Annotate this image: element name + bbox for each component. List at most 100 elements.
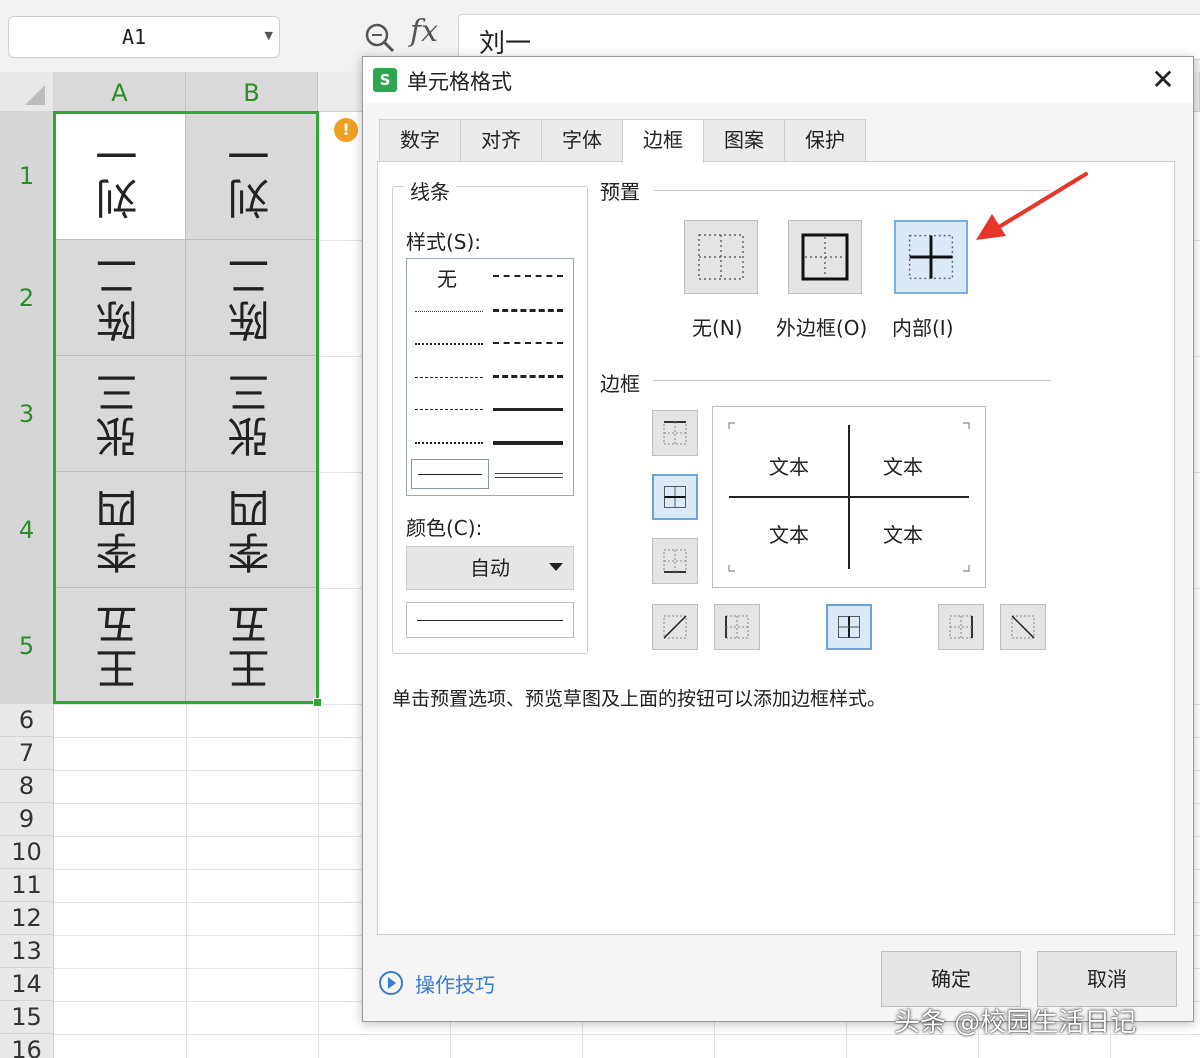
name-box[interactable]: A1 ▼ <box>8 16 280 58</box>
tips-link[interactable]: 操作技巧 <box>415 969 495 998</box>
name-box-value: A1 <box>121 25 147 49</box>
fill-handle[interactable] <box>313 698 322 707</box>
row-header-3[interactable]: 3 <box>0 356 54 472</box>
cell-B1[interactable]: 刘一 <box>186 112 318 240</box>
border-right-button[interactable] <box>938 604 984 650</box>
border-left-button[interactable] <box>714 604 760 650</box>
play-icon[interactable] <box>379 971 403 995</box>
select-all-corner[interactable] <box>0 72 54 112</box>
tab-4[interactable]: 图案 <box>703 119 785 161</box>
row-header-12[interactable]: 12 <box>0 902 54 935</box>
line-style-option[interactable] <box>493 441 563 445</box>
row-header-4[interactable]: 4 <box>0 472 54 588</box>
row-header-8[interactable]: 8 <box>0 770 54 803</box>
dialog-title: 单元格格式 <box>407 70 512 94</box>
line-style-option[interactable] <box>415 343 483 345</box>
cell-A1[interactable]: 刘一 <box>54 112 186 240</box>
row-header-2[interactable]: 2 <box>0 240 54 356</box>
tab-2[interactable]: 字体 <box>541 119 623 161</box>
ok-button[interactable]: 确定 <box>881 951 1021 1007</box>
color-dropdown-value: 自动 <box>470 556 510 580</box>
border-tab-panel: 线条 样式(S): 无 颜色(C): 自动 预置 无(N) 外边框(O) 内部(… <box>377 161 1175 935</box>
row-header-5[interactable]: 5 <box>0 588 54 704</box>
preset-none-button[interactable] <box>684 220 758 294</box>
line-style-option[interactable] <box>493 375 563 378</box>
column-header-A[interactable]: A <box>54 72 186 112</box>
preset-none-label: 无(N) <box>692 316 743 340</box>
preset-none-icon <box>698 234 744 280</box>
row-header-9[interactable]: 9 <box>0 803 54 836</box>
cell-A3[interactable]: 张三 <box>54 356 186 472</box>
border-top-icon <box>663 421 687 445</box>
line-style-option[interactable] <box>415 377 483 378</box>
border-inside-vertical-button[interactable] <box>826 604 872 650</box>
preset-outline-icon <box>801 233 849 281</box>
cell-B5[interactable]: 王五 <box>186 588 318 704</box>
row-header-7[interactable]: 7 <box>0 737 54 770</box>
line-style-option[interactable] <box>415 409 483 410</box>
gridline <box>318 112 319 1058</box>
cell-B4[interactable]: 李四 <box>186 472 318 588</box>
preview-text: 文本 <box>769 455 809 479</box>
row-header-15[interactable]: 15 <box>0 1001 54 1034</box>
border-preview[interactable]: 文本 文本 文本 文本 <box>712 406 986 588</box>
row-header-16[interactable]: 16 <box>0 1034 54 1058</box>
line-style-list[interactable]: 无 <box>406 258 574 496</box>
line-style-none[interactable]: 无 <box>437 263 457 292</box>
app-logo-icon: S <box>373 68 397 92</box>
border-top-button[interactable] <box>652 410 698 456</box>
annotation-arrow <box>976 172 1088 240</box>
cancel-button[interactable]: 取消 <box>1037 951 1177 1007</box>
border-inside-horizontal-button[interactable] <box>652 474 698 520</box>
formula-input[interactable]: 刘一 <box>458 14 1200 60</box>
row-header-13[interactable]: 13 <box>0 935 54 968</box>
border-bottom-icon <box>663 549 687 573</box>
border-group-title: 边框 <box>594 368 646 397</box>
cell-B2[interactable]: 陈二 <box>186 240 318 356</box>
zoom-icon[interactable] <box>362 20 396 54</box>
tab-5[interactable]: 保护 <box>784 119 866 161</box>
style-label: 样式(S): <box>406 230 482 254</box>
cell-B3[interactable]: 张三 <box>186 356 318 472</box>
watermark: 头条 @校园生活日记 <box>894 1008 1137 1038</box>
border-divider <box>654 380 1050 381</box>
fx-icon[interactable]: fx <box>410 14 438 49</box>
cell-A5[interactable]: 王五 <box>54 588 186 704</box>
border-preview-lines <box>728 422 970 572</box>
border-left-icon <box>725 615 749 639</box>
color-dropdown[interactable]: 自动 <box>406 546 574 590</box>
row-header-10[interactable]: 10 <box>0 836 54 869</box>
diagonal-down-icon <box>1011 615 1035 639</box>
dialog-tabs: 数字 对齐 字体 边框 图案 保护 <box>379 119 866 163</box>
line-style-option[interactable] <box>415 311 483 312</box>
line-style-option[interactable] <box>493 275 563 277</box>
close-icon[interactable]: ✕ <box>1147 65 1179 97</box>
preview-text: 文本 <box>769 523 809 547</box>
border-diagonal-down-button[interactable] <box>1000 604 1046 650</box>
tab-0[interactable]: 数字 <box>379 119 461 161</box>
column-header-B[interactable]: B <box>186 72 318 112</box>
row-header-1[interactable]: 1 <box>0 112 54 240</box>
line-style-option[interactable] <box>493 309 563 312</box>
border-bottom-button[interactable] <box>652 538 698 584</box>
row-header-14[interactable]: 14 <box>0 968 54 1001</box>
line-style-option[interactable] <box>493 408 563 411</box>
warning-icon[interactable]: ! <box>334 118 358 142</box>
row-header-11[interactable]: 11 <box>0 869 54 902</box>
line-style-selected[interactable] <box>411 459 489 489</box>
border-right-icon <box>949 615 973 639</box>
cell-A2[interactable]: 陈二 <box>54 240 186 356</box>
border-diagonal-up-button[interactable] <box>652 604 698 650</box>
cell-A4[interactable]: 李四 <box>54 472 186 588</box>
line-style-option[interactable] <box>495 473 563 478</box>
row-header-6[interactable]: 6 <box>0 704 54 737</box>
app: A1 ▼ fx 刘一 A B 1 2 3 4 5 6 7 8 9 10 11 12 13 14 15 16 刘一 刘一… <box>0 0 1200 1058</box>
line-style-option[interactable] <box>493 342 563 344</box>
preset-inside-button[interactable] <box>894 220 968 294</box>
preset-outline-label: 外边框(O) <box>776 316 868 340</box>
chevron-down-icon[interactable]: ▼ <box>265 29 273 42</box>
preset-outline-button[interactable] <box>788 220 862 294</box>
tab-3[interactable]: 边框 <box>622 119 704 163</box>
line-style-option[interactable] <box>415 442 483 444</box>
tab-1[interactable]: 对齐 <box>460 119 542 161</box>
